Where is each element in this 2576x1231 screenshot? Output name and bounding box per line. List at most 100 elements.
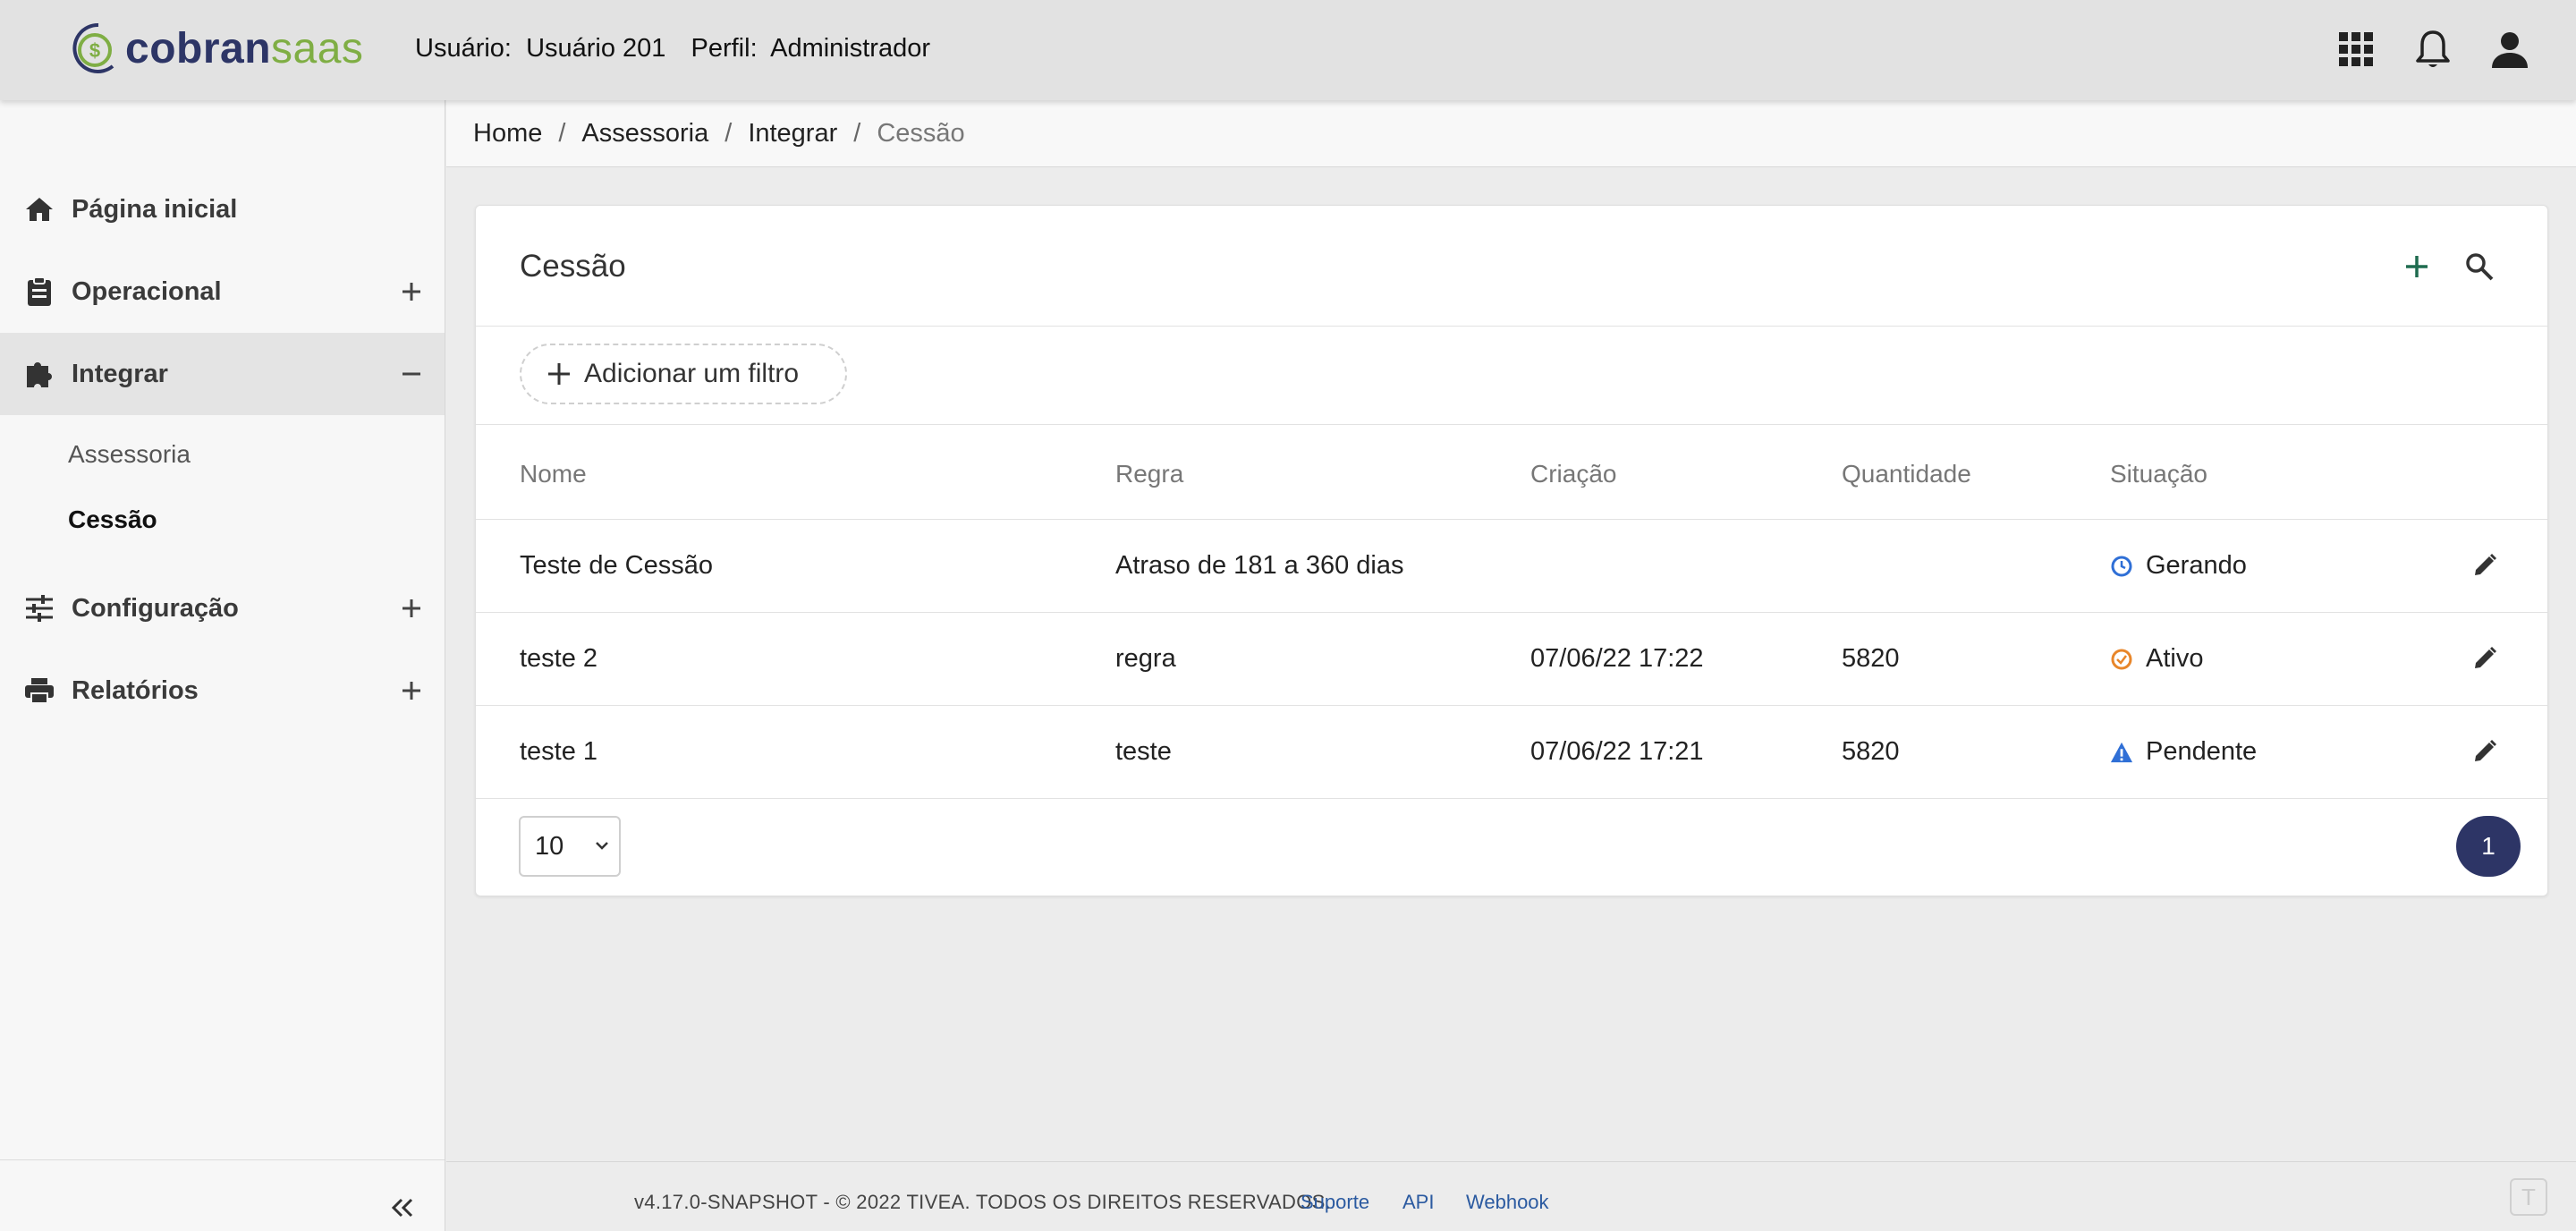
breadcrumb-integrar[interactable]: Integrar [748, 119, 837, 149]
sidebar-subitem-assessoria[interactable]: Assessoria [68, 440, 191, 469]
check-circle-icon [2110, 648, 2133, 671]
cell-regra: Atraso de 181 a 360 dias [1115, 551, 1404, 580]
home-icon [23, 193, 55, 225]
sidebar-item-configuracao[interactable]: Configuração [0, 567, 445, 649]
status-label: Gerando [2146, 551, 2247, 580]
breadcrumb-home[interactable]: Home [473, 119, 542, 149]
page-size-value: 10 [535, 831, 564, 861]
expand-plus-icon[interactable] [398, 677, 425, 704]
logo-mark-icon: $ [72, 22, 114, 73]
sidebar-item-label: Operacional [72, 276, 222, 306]
footer-link-api[interactable]: API [1402, 1191, 1434, 1214]
status-badge: Pendente [2110, 737, 2257, 767]
add-filter-button[interactable]: Adicionar um filtro [520, 344, 847, 404]
breadcrumb: Home / Assessoria / Integrar / Cessão [446, 100, 2576, 167]
footer: v4.17.0-SNAPSHOT - © 2022 TIVEA. TODOS O… [446, 1161, 2576, 1231]
pencil-icon [2475, 647, 2496, 668]
logo-text: cobransaas [125, 24, 364, 72]
tivea-logo-icon: T [2510, 1178, 2547, 1216]
pencil-icon [2475, 554, 2496, 575]
top-bar: $ cobransaas Usuário: Usuário 201 Perfil… [0, 0, 2576, 100]
breadcrumb-separator: / [558, 118, 566, 148]
divider [476, 424, 2547, 425]
breadcrumb-current: Cessão [877, 118, 965, 148]
search-icon [2466, 253, 2494, 281]
sidebar-item-label: Integrar [72, 359, 168, 388]
status-label: Ativo [2146, 644, 2204, 673]
svg-text:$: $ [89, 39, 100, 62]
status-badge: Gerando [2110, 551, 2247, 581]
footer-link-webhook[interactable]: Webhook [1466, 1191, 1549, 1214]
column-header-situacao[interactable]: Situação [2110, 460, 2207, 488]
footer-link-suporte[interactable]: Suporte [1301, 1191, 1369, 1214]
sidebar: Página inicial Operacional Integrar Asse… [0, 100, 445, 1231]
cell-quantidade: 5820 [1842, 737, 1900, 766]
sidebar-item-label: Relatórios [72, 675, 199, 705]
breadcrumb-separator: / [724, 118, 733, 148]
profile-value: Administrador [770, 34, 931, 63]
bell-icon[interactable] [2413, 25, 2453, 73]
divider [476, 326, 2547, 327]
table-row[interactable]: teste 2 regra 07/06/22 17:22 5820 Ativo [476, 612, 2547, 705]
cell-criacao: 07/06/22 17:22 [1530, 644, 1704, 673]
cell-nome: teste 2 [520, 644, 598, 673]
cell-nome: Teste de Cessão [520, 551, 714, 580]
sidebar-item-label: Página inicial [72, 194, 238, 224]
edit-button[interactable] [2469, 549, 2501, 582]
user-label: Usuário: [415, 34, 512, 63]
plus-icon [547, 361, 572, 386]
column-header-regra[interactable]: Regra [1115, 460, 1183, 488]
add-filter-label: Adicionar um filtro [584, 359, 800, 388]
breadcrumb-assessoria[interactable]: Assessoria [581, 119, 708, 149]
cell-nome: teste 1 [520, 737, 598, 766]
warning-icon [2110, 741, 2133, 764]
status-label: Pendente [2146, 737, 2258, 766]
cell-criacao: 07/06/22 17:21 [1530, 737, 1704, 766]
sidebar-item-label: Configuração [72, 593, 239, 623]
user-account-icon[interactable] [2490, 25, 2529, 73]
page-size-select[interactable]: 10 [519, 816, 621, 877]
edit-button[interactable] [2469, 642, 2501, 675]
sidebar-item-integrar[interactable]: Integrar [0, 333, 445, 415]
expand-plus-icon[interactable] [398, 595, 425, 622]
clock-icon [2110, 555, 2133, 578]
double-chevron-left-icon[interactable] [383, 1190, 422, 1226]
breadcrumb-separator: / [853, 118, 861, 148]
collapse-minus-icon[interactable] [398, 361, 425, 387]
sidebar-item-relatorios[interactable]: Relatórios [0, 649, 445, 732]
column-header-criacao[interactable]: Criação [1530, 460, 1616, 488]
page-button-current[interactable]: 1 [2456, 816, 2521, 877]
add-button[interactable] [2399, 249, 2435, 284]
sidebar-subitem-cessao[interactable]: Cessão [68, 505, 157, 534]
cell-quantidade: 5820 [1842, 644, 1900, 673]
printer-icon [23, 675, 55, 707]
user-value: Usuário 201 [526, 34, 666, 63]
apps-grid-icon[interactable] [2336, 25, 2376, 73]
puzzle-icon [23, 358, 55, 390]
chevron-down-icon [596, 842, 608, 850]
cell-regra: regra [1115, 644, 1176, 673]
pencil-icon [2475, 740, 2496, 761]
page-title: Cessão [520, 249, 626, 284]
sliders-icon [23, 592, 55, 624]
expand-plus-icon[interactable] [398, 278, 425, 305]
sidebar-divider [0, 1159, 445, 1160]
cell-regra: teste [1115, 737, 1172, 766]
user-info: Usuário: Usuário 201 Perfil: Administrad… [415, 34, 937, 64]
table-row[interactable]: Teste de Cessão Atraso de 181 a 360 dias… [476, 519, 2547, 612]
footer-copyright: v4.17.0-SNAPSHOT - © 2022 TIVEA. TODOS O… [634, 1191, 1331, 1213]
sidebar-item-operacional[interactable]: Operacional [0, 250, 445, 333]
search-button[interactable] [2462, 249, 2497, 284]
logo[interactable]: $ cobransaas [68, 20, 363, 77]
plus-icon [2406, 256, 2428, 277]
divider [476, 798, 2547, 799]
clipboard-icon [23, 276, 55, 308]
profile-label: Perfil: [691, 34, 758, 63]
edit-button[interactable] [2469, 735, 2501, 768]
cessao-card: Cessão Adicionar um filtro Nome Regra Cr… [475, 205, 2548, 896]
column-header-nome[interactable]: Nome [520, 460, 587, 488]
column-header-quantidade[interactable]: Quantidade [1842, 460, 1971, 488]
table-row[interactable]: teste 1 teste 07/06/22 17:21 5820 Penden… [476, 705, 2547, 798]
status-badge: Ativo [2110, 644, 2203, 674]
sidebar-item-pagina-inicial[interactable]: Página inicial [0, 168, 445, 250]
